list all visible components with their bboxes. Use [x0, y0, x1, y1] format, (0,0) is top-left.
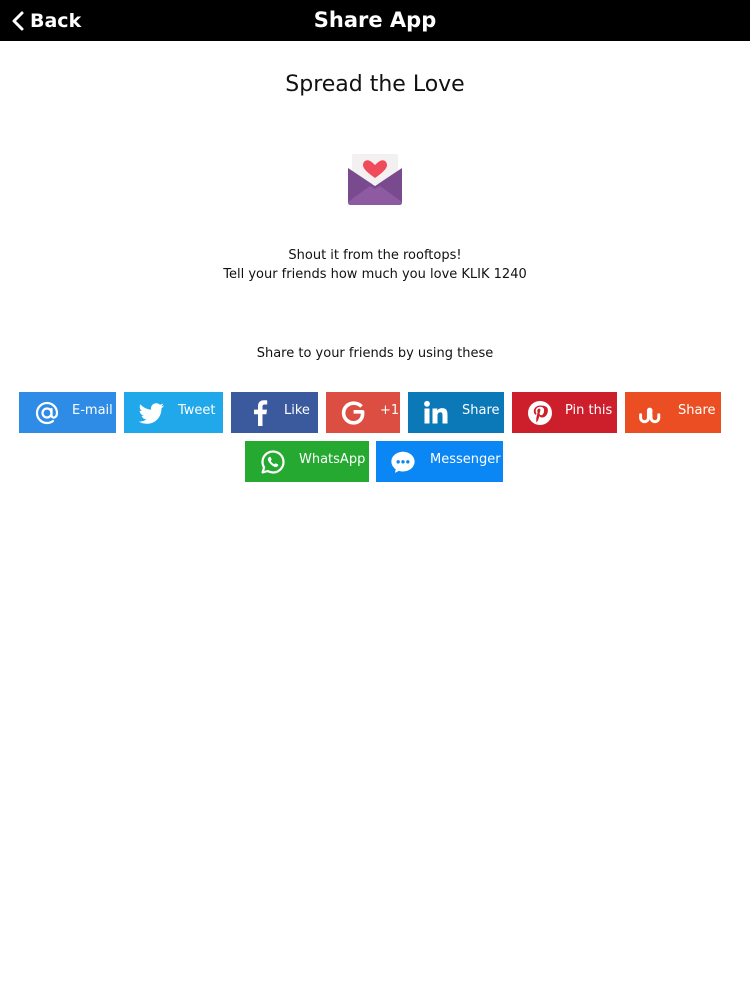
stumbleupon-icon: [638, 400, 664, 426]
tagline-line1: Shout it from the rooftops!: [288, 248, 462, 263]
tweet-share-button[interactable]: Tweet: [124, 392, 223, 433]
tweet-share-label: Tweet: [178, 403, 216, 418]
linkedin-share-button[interactable]: Share: [408, 392, 504, 433]
messenger-icon: [390, 449, 416, 475]
heading: Spread the Love: [285, 72, 465, 97]
whatsapp-icon: [260, 449, 286, 475]
tagline-line2: Tell your friends how much you love KLIK…: [223, 267, 527, 282]
at-icon: [34, 400, 60, 426]
messenger-share-label: Messenger: [430, 452, 501, 467]
stumbleupon-share-label: Share: [678, 403, 716, 418]
navbar: Back Share App: [0, 0, 750, 41]
google-icon: [340, 400, 366, 426]
pinterest-pin-label: Pin this: [565, 403, 613, 418]
twitter-icon: [139, 400, 165, 426]
love-letter-icon: [346, 154, 404, 206]
linkedin-icon: [423, 400, 449, 426]
page-title: Share App: [313, 8, 437, 32]
back-label: Back: [30, 9, 82, 32]
messenger-share-button[interactable]: Messenger: [376, 441, 503, 482]
share-hint: Share to your friends by using these: [256, 346, 494, 361]
chevron-left-icon: [12, 11, 24, 30]
pinterest-pin-button[interactable]: Pin this: [512, 392, 617, 433]
whatsapp-share-label: WhatsApp: [299, 452, 366, 467]
google-plus-label: +1: [380, 403, 400, 418]
facebook-like-label: Like: [284, 403, 310, 418]
whatsapp-share-button[interactable]: WhatsApp: [245, 441, 369, 482]
facebook-like-button[interactable]: Like: [231, 392, 318, 433]
facebook-icon: [247, 400, 273, 426]
email-share-label: E-mail: [72, 403, 113, 418]
stumbleupon-share-button[interactable]: Share: [625, 392, 721, 433]
linkedin-share-label: Share: [462, 403, 500, 418]
pinterest-icon: [527, 400, 553, 426]
google-plus-button[interactable]: +1: [326, 392, 400, 433]
back-button[interactable]: Back: [12, 0, 81, 41]
email-share-button[interactable]: E-mail: [19, 392, 116, 433]
